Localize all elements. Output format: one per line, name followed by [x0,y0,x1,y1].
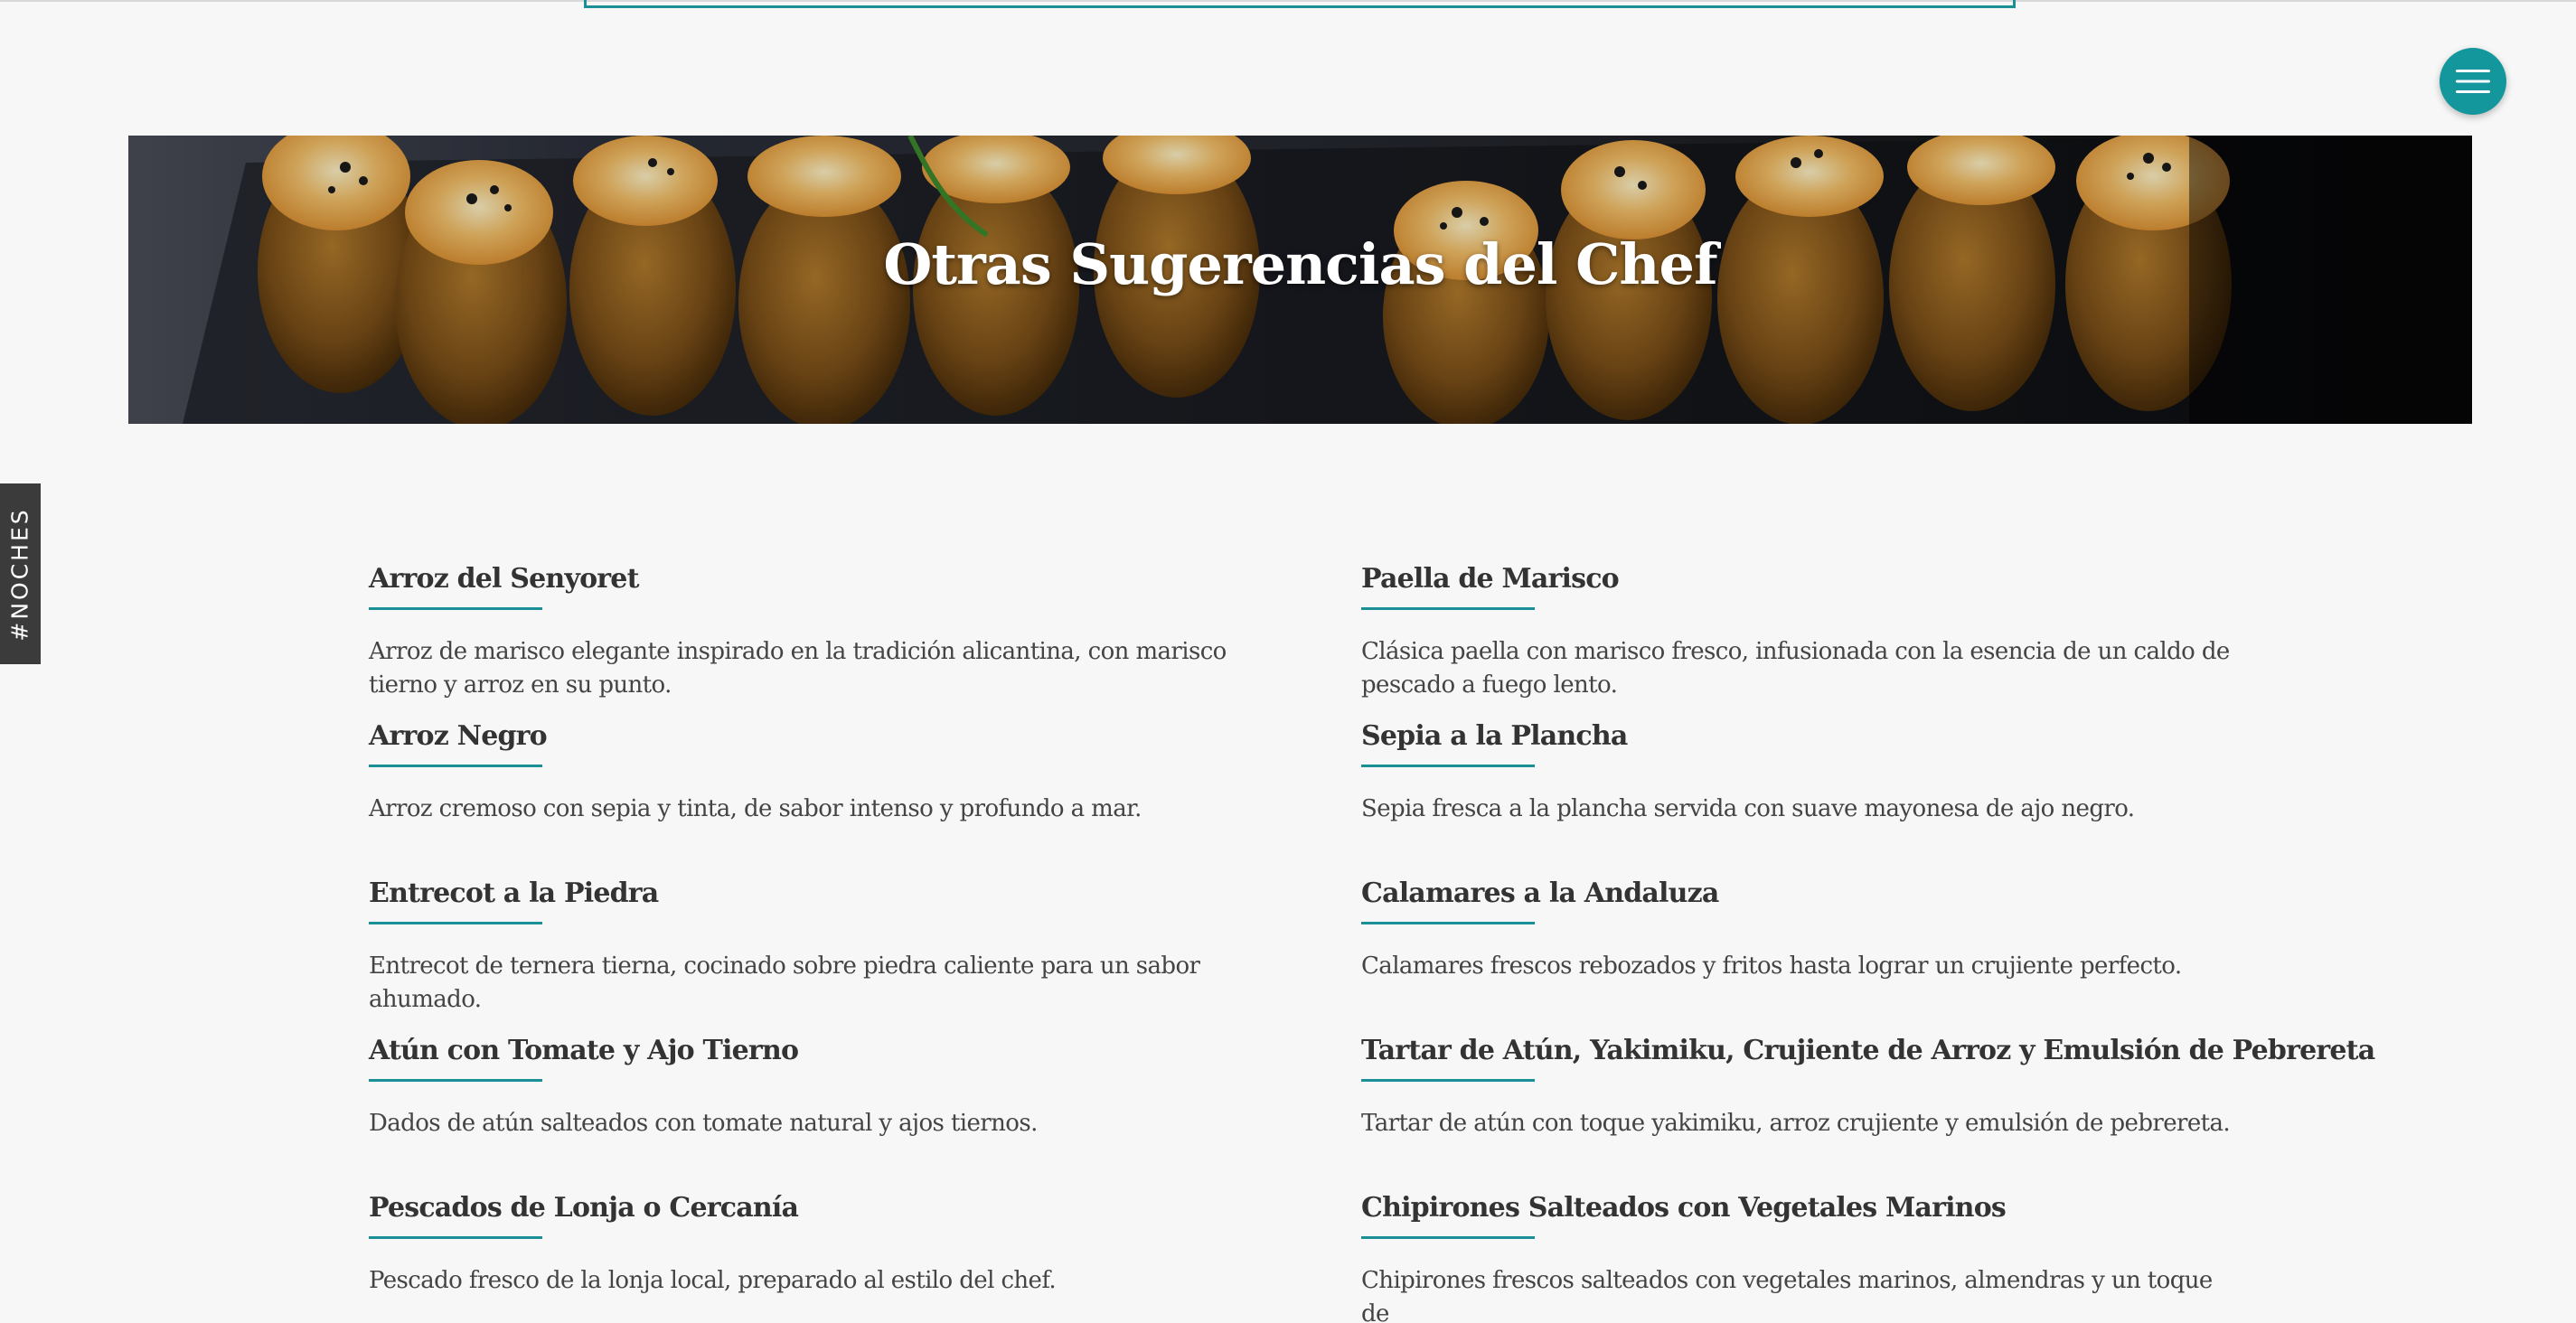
menu-item-description: Chipirones frescos salteados con vegetal… [1361,1267,2213,1323]
menu-item: Atún con Tomate y Ajo Tierno Dados de at… [369,1032,1273,1189]
title-underline [369,922,542,924]
menu-item-title: Calamares a la Andaluza [1361,877,1719,909]
menu-column-right: Paella de Marisco Clásica paella con mar… [1361,560,2375,1323]
title-underline [369,1236,542,1239]
menu-item: Chipirones Salteados con Vegetales Marin… [1361,1189,2265,1323]
menu-item-title: Arroz Negro [369,720,548,752]
side-tab-noches[interactable]: #NOCHES [0,483,41,664]
hero-banner: Otras Sugerencias del Chef [128,136,2472,424]
menu-item-description: Dados de atún salteados con tomate natur… [369,1110,1038,1137]
menu-item: Tartar de Atún, Yakimiku, Crujiente de A… [1361,1032,2375,1189]
menu-item: Entrecot a la Piedra Entrecot de ternera… [369,875,1273,1032]
menu-item-description: Calamares frescos rebozados y fritos has… [1361,952,2182,980]
menu-item-description: Entrecot de ternera tierna, cocinado sob… [369,952,1200,1013]
menu-item: Paella de Marisco Clásica paella con mar… [1361,560,2265,718]
title-underline [1361,607,1535,610]
menu-item: Calamares a la Andaluza Calamares fresco… [1361,875,2265,1032]
menu-item-title: Sepia a la Plancha [1361,720,1628,752]
title-underline [1361,1079,1535,1082]
title-underline [1361,765,1535,767]
title-underline [1361,1236,1535,1239]
page-title: Otras Sugerencias del Chef [883,231,1717,297]
menu-item-title: Chipirones Salteados con Vegetales Marin… [1361,1192,2007,1224]
menu-item-description: Arroz de marisco elegante inspirado en l… [369,638,1227,699]
menu-item-title: Tartar de Atún, Yakimiku, Crujiente de A… [1361,1035,2375,1066]
menu-item-description: Pescado fresco de la lonja local, prepar… [369,1267,1057,1294]
menu-item-title: Pescados de Lonja o Cercanía [369,1192,799,1224]
menu-item-title: Entrecot a la Piedra [369,877,659,909]
menu-item-title: Paella de Marisco [1361,563,1620,595]
menu-item-title: Atún con Tomate y Ajo Tierno [369,1035,799,1066]
title-underline [1361,922,1535,924]
menu-button[interactable] [2440,48,2506,115]
title-underline [369,765,542,767]
menu-item-title: Arroz del Senyoret [369,563,639,595]
menu-column-left: Arroz del Senyoret Arroz de marisco eleg… [369,560,1273,1323]
hamburger-menu-icon [2456,70,2490,93]
title-underline [369,1079,542,1082]
menu-item: Arroz Negro Arroz cremoso con sepia y ti… [369,718,1273,875]
menu-item: Arroz del Senyoret Arroz de marisco eleg… [369,560,1273,718]
menu-item: Sepia a la Plancha Sepia fresca a la pla… [1361,718,2265,875]
top-search-bar[interactable] [584,0,2016,8]
title-underline [369,607,542,610]
menu-item-description: Tartar de atún con toque yakimiku, arroz… [1361,1110,2231,1137]
menu-item-description: Sepia fresca a la plancha servida con su… [1361,795,2135,822]
menu-item-description: Clásica paella con marisco fresco, infus… [1361,638,2230,699]
side-tab-label: #NOCHES [7,506,33,642]
menu-item: Pescados de Lonja o Cercanía Pescado fre… [369,1189,1273,1323]
menu-item-description: Arroz cremoso con sepia y tinta, de sabo… [369,795,1142,822]
